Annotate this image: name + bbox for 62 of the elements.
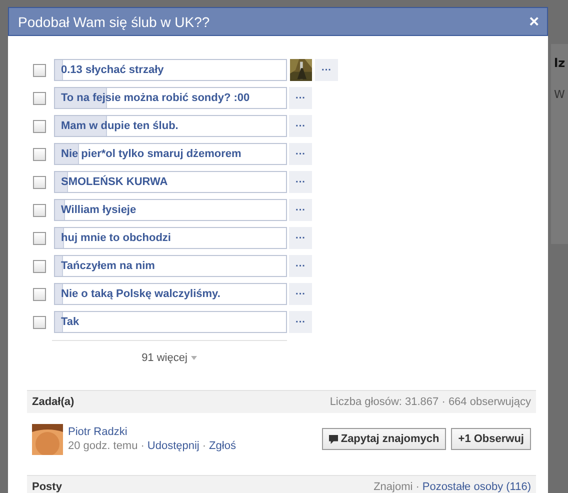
more-button[interactable]: ··· xyxy=(289,87,312,109)
option-bar[interactable]: SMOLEŃSK KURWA xyxy=(54,171,287,193)
option-label: To na fejsie można robić sondy? :00 xyxy=(60,92,250,104)
option-bar[interactable]: 0.13 słychać strzały xyxy=(54,59,287,81)
checkbox[interactable] xyxy=(33,204,46,216)
more-button[interactable]: ··· xyxy=(289,115,312,137)
option-label: Nie pier*ol tylko smaruj dżemorem xyxy=(60,148,242,160)
speech-bubble-icon xyxy=(328,434,338,444)
author-link[interactable]: Piotr Radzki xyxy=(68,426,236,438)
checkbox[interactable] xyxy=(33,64,46,76)
checkbox[interactable] xyxy=(33,92,46,104)
more-button[interactable]: ··· xyxy=(289,143,312,165)
ask-friends-button[interactable]: Zapytaj znajomych xyxy=(322,428,446,450)
option-bar[interactable]: To na fejsie można robić sondy? :00 xyxy=(54,87,287,109)
option-bar[interactable]: Mam w dupie ten ślub. xyxy=(54,115,287,137)
option-bar[interactable]: Tańczyłem na nim xyxy=(54,255,287,277)
follow-button[interactable]: +1 Obserwuj xyxy=(451,428,531,450)
timestamp: 20 godz. temu xyxy=(68,440,138,452)
more-button[interactable]: ··· xyxy=(289,255,312,277)
share-link[interactable]: Udostępnij xyxy=(147,440,200,452)
option-bar[interactable]: Nie o taką Polskę walczyliśmy. xyxy=(54,283,287,305)
close-button[interactable]: × xyxy=(529,13,539,30)
checkbox[interactable] xyxy=(33,148,46,160)
checkbox[interactable] xyxy=(33,288,46,300)
others-tab[interactable]: Pozostałe osoby (116) xyxy=(422,481,531,493)
avatar xyxy=(32,424,63,454)
separator: · xyxy=(140,440,144,452)
option-bar[interactable]: huj mnie to obchodzi xyxy=(54,227,287,249)
option-label: 0.13 słychać strzały xyxy=(60,64,164,76)
option-label: SMOLEŃSK KURWA xyxy=(60,176,168,188)
option-label: huj mnie to obchodzi xyxy=(60,232,171,244)
separator: · xyxy=(416,481,420,493)
option-bar[interactable]: Nie pier*ol tylko smaruj dżemorem xyxy=(54,143,287,165)
checkbox[interactable] xyxy=(33,176,46,188)
separator: · xyxy=(202,440,206,452)
background-text: W xyxy=(554,88,565,101)
option-label: Mam w dupie ten ślub. xyxy=(60,120,178,132)
more-link[interactable]: 91 więcej xyxy=(142,352,198,364)
option-bar[interactable]: Tak xyxy=(54,311,287,333)
more-button[interactable]: ··· xyxy=(289,171,312,193)
dialog-title: Podobał Wam się ślub w UK?? xyxy=(18,14,210,30)
section-title: Zadał(a) xyxy=(32,396,74,408)
option-label: William łysieje xyxy=(60,204,136,216)
poll-stats: Liczba głosów: 31.867 · 664 obserwujący xyxy=(330,396,531,408)
background-text: lz xyxy=(554,56,566,70)
checkbox[interactable] xyxy=(33,316,46,328)
report-link[interactable]: Zgłoś xyxy=(209,440,236,452)
friends-tab[interactable]: Znajomi xyxy=(374,481,413,493)
section-title: Posty xyxy=(32,481,62,493)
checkbox[interactable] xyxy=(33,260,46,272)
option-label: Tańczyłem na nim xyxy=(60,260,155,272)
checkbox[interactable] xyxy=(33,232,46,244)
option-bar[interactable]: William łysieje xyxy=(54,199,287,221)
caret-icon xyxy=(191,356,198,360)
more-button[interactable]: ··· xyxy=(289,227,312,249)
more-button[interactable]: ··· xyxy=(289,283,312,305)
more-button[interactable]: ··· xyxy=(289,199,312,221)
more-button[interactable]: ··· xyxy=(289,311,312,333)
option-label: Tak xyxy=(60,316,80,328)
more-button[interactable]: ··· xyxy=(315,59,338,81)
checkbox[interactable] xyxy=(33,120,46,132)
option-label: Nie o taką Polskę walczyliśmy. xyxy=(60,288,220,300)
